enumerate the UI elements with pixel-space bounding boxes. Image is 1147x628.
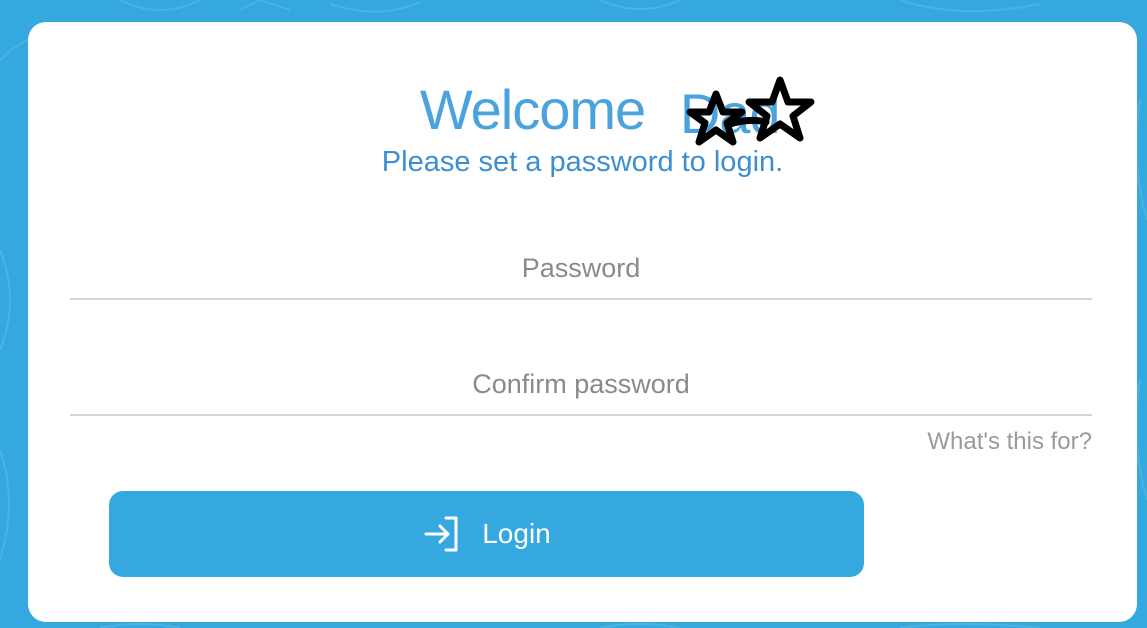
redaction-scribble <box>686 76 815 146</box>
subtitle: Please set a password to login. <box>381 146 784 178</box>
whats-this-for-link[interactable]: What's this for? <box>927 428 1092 456</box>
login-arrow-icon <box>422 514 462 554</box>
login-button-label: Login <box>482 518 551 549</box>
login-card: Welcome Dad Please set a password to log… <box>28 22 1137 622</box>
welcome-prefix: Welcome <box>419 78 646 141</box>
confirm-password-field-container <box>70 354 1092 416</box>
login-button[interactable]: Login <box>109 491 864 577</box>
confirm-password-input[interactable] <box>70 354 1092 414</box>
password-field-container <box>70 238 1092 300</box>
password-input[interactable] <box>70 238 1092 298</box>
